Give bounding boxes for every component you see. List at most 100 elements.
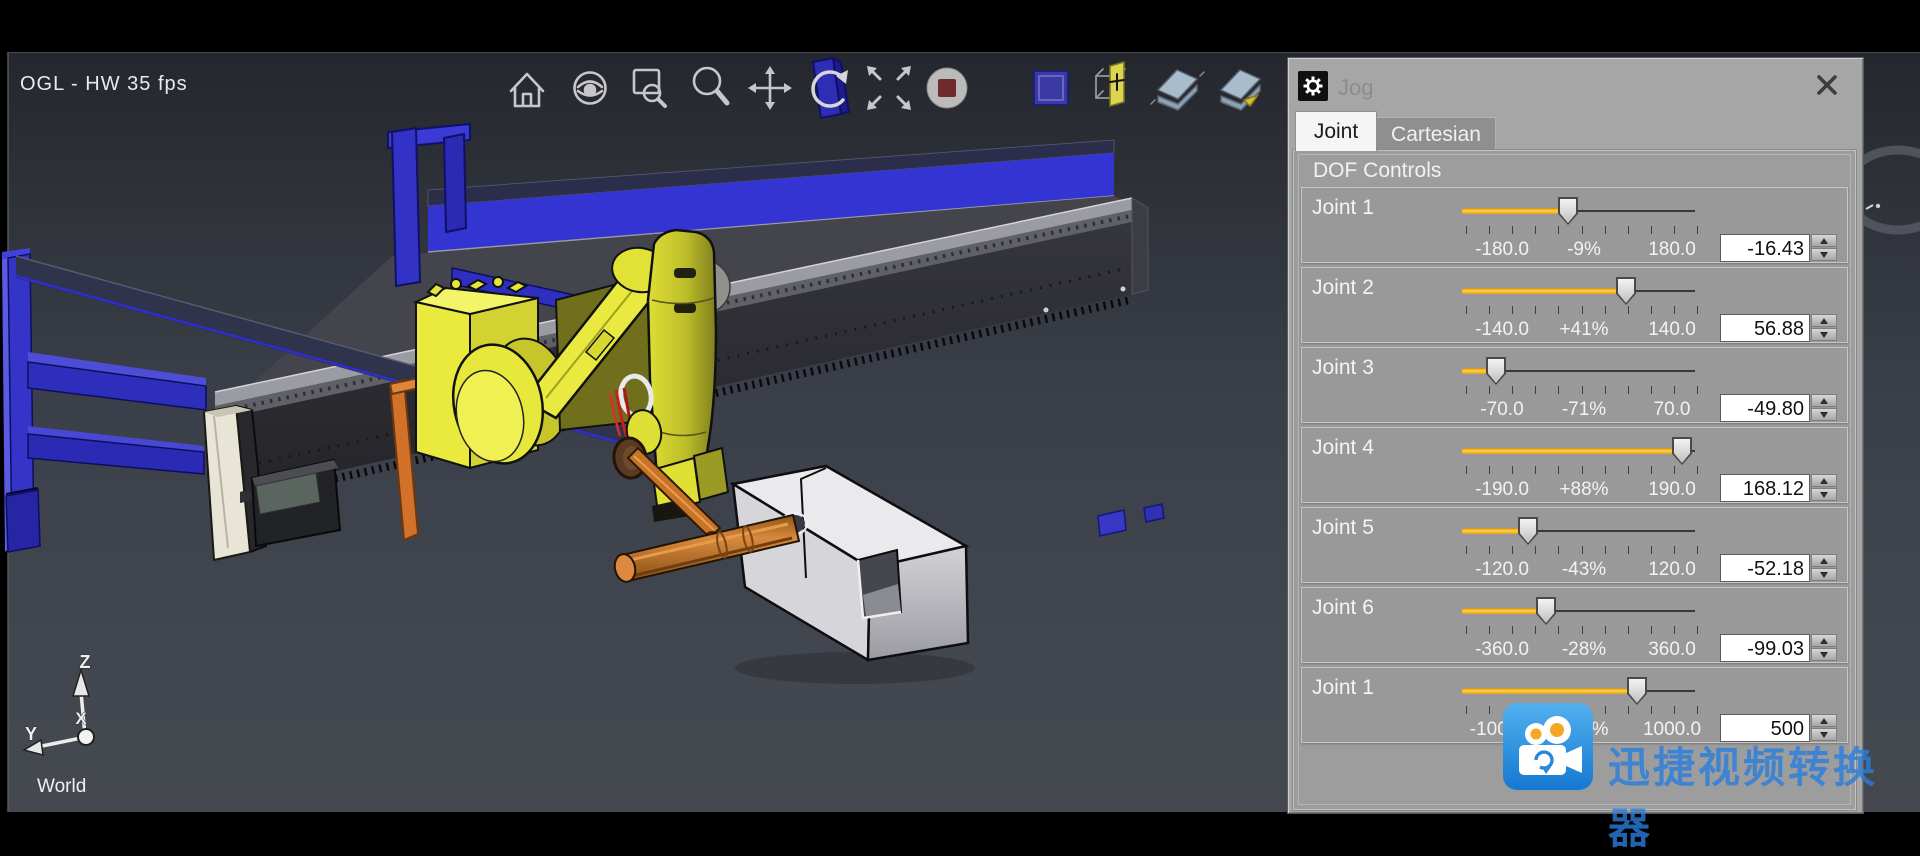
slider-tick [1628,626,1629,634]
y-axis-label: Y [25,724,37,744]
slider-tick [1651,386,1652,394]
joint-value-spinner [1811,474,1837,502]
watermark-app-icon [1503,703,1593,790]
slider-fill [1462,448,1682,454]
joint-value-input[interactable]: -99.03 [1720,634,1810,662]
joint-value-spinner [1811,234,1837,262]
close-icon[interactable] [1813,73,1841,97]
slider-tick [1628,226,1629,234]
slider-tick [1535,306,1536,314]
joint-row: Joint 1-180.0-9%180.0-16.43 [1301,187,1848,263]
joint-label: Joint 4 [1312,436,1374,460]
joint-value-spinner [1811,314,1837,342]
slider-thumb[interactable] [1486,357,1506,385]
x-axis-label: X [75,709,87,728]
slider-tick [1466,306,1467,314]
spin-down-button[interactable] [1811,648,1837,661]
spin-down-button[interactable] [1811,408,1837,421]
joint-label: Joint 6 [1312,596,1374,620]
slider-tick [1582,546,1583,554]
slider-tick [1558,546,1559,554]
spin-up-button[interactable] [1811,634,1837,647]
spin-down-button[interactable] [1811,248,1837,261]
tab-joint[interactable]: Joint [1295,111,1377,151]
slider-tick [1628,466,1629,474]
slider-tick [1466,386,1467,394]
slider-tick [1605,626,1606,634]
slider-tick [1605,706,1606,714]
slider-tick [1651,626,1652,634]
slider-tick [1466,226,1467,234]
joint-value-input[interactable]: -16.43 [1720,234,1810,262]
slider-tick [1674,226,1675,234]
stop-icon[interactable] [1034,71,1068,105]
jog-panel-header[interactable]: Jog [1288,58,1863,110]
slider-thumb[interactable] [1518,517,1538,545]
slider-tick [1628,546,1629,554]
joint-row: Joint 3-70.0-71%70.0-49.80 [1301,347,1848,423]
gear-icon[interactable] [1298,71,1328,101]
slider-tick [1466,466,1467,474]
slider-fill [1462,288,1626,294]
slider-tick [1582,386,1583,394]
joint-value-spinner [1811,554,1837,582]
joint-label: Joint 1 [1312,196,1374,220]
joint-label: Joint 3 [1312,356,1374,380]
jog-tab-strip: Joint Cartesian [1288,110,1863,150]
slider-tick [1466,546,1467,554]
slider-tick [1535,226,1536,234]
spin-up-button[interactable] [1811,314,1837,327]
slider-fill [1462,688,1637,694]
slider-thumb[interactable] [1536,597,1556,625]
slider-tick [1512,466,1513,474]
joint-value-spinner [1811,634,1837,662]
spin-down-button[interactable] [1811,328,1837,341]
slider-tick [1605,306,1606,314]
slider-fill [1462,208,1568,214]
spin-up-button[interactable] [1811,714,1837,727]
slider-thumb[interactable] [1558,197,1578,225]
slider-tick [1489,706,1490,714]
joint-row: Joint 5-120.0-43%120.0-52.18 [1301,507,1848,583]
slider-tick [1466,626,1467,634]
slider-thumb[interactable] [1616,277,1636,305]
slider-tick [1697,626,1698,634]
slider-tick [1512,226,1513,234]
slider-thumb[interactable] [1672,437,1692,465]
joint-value-input[interactable]: 168.12 [1720,474,1810,502]
spin-down-button[interactable] [1811,488,1837,501]
world-frame-label: World [37,776,86,797]
slider-fill [1462,608,1546,614]
range-max-label: 120.0 [1612,559,1732,581]
joint-value-input[interactable]: 56.88 [1720,314,1810,342]
slider-tick [1512,546,1513,554]
range-max-label: 140.0 [1612,319,1732,341]
slider-tick [1605,466,1606,474]
spin-down-button[interactable] [1811,568,1837,581]
slider-thumb[interactable] [1627,677,1647,705]
slider-tick [1697,706,1698,714]
spin-up-button[interactable] [1811,474,1837,487]
slider-tick [1558,306,1559,314]
spin-up-button[interactable] [1811,234,1837,247]
tab-cartesian[interactable]: Cartesian [1376,117,1496,151]
spin-up-button[interactable] [1811,394,1837,407]
range-max-label: 70.0 [1612,399,1732,421]
slider-tick [1628,386,1629,394]
slider-tick [1512,306,1513,314]
slider-tick [1512,626,1513,634]
range-max-label: 180.0 [1612,239,1732,261]
joint-row: Joint 6-360.0-28%360.0-99.03 [1301,587,1848,663]
joint-row: Joint 4-190.0+88%190.0168.12 [1301,427,1848,503]
spin-up-button[interactable] [1811,554,1837,567]
jog-panel: Jog Joint Cartesian DOF Controls Joint 1… [1287,57,1864,814]
joint-value-input[interactable]: -52.18 [1720,554,1810,582]
slider-tick [1651,546,1652,554]
slider-tick [1558,226,1559,234]
record-icon[interactable] [927,68,967,108]
slider-tick [1582,466,1583,474]
slider-tick [1605,546,1606,554]
range-max-label: 360.0 [1612,639,1732,661]
joint-value-input[interactable]: -49.80 [1720,394,1810,422]
joint-label: Joint 5 [1312,516,1374,540]
